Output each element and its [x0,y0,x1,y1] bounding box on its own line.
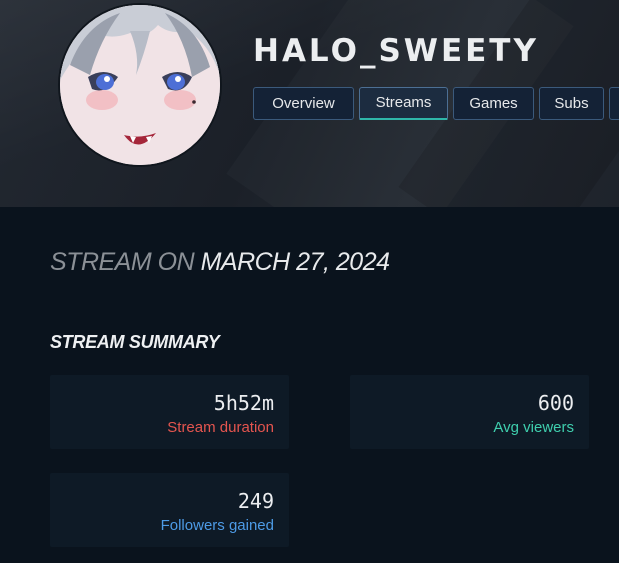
stat-card-followers: 249 Followers gained [50,473,289,547]
stat-label: Stream duration [167,419,274,436]
tab-streams[interactable]: Streams [359,87,448,120]
channel-username: HALO_SWEETY [253,33,539,69]
tab-subs[interactable]: Subs [539,87,604,120]
stream-title: STREAM ON MARCH 27, 2024 [50,248,390,277]
stream-title-prefix: STREAM ON [50,248,195,276]
channel-tabs: Overview Streams Games Subs [253,87,619,120]
stat-label: Avg viewers [493,419,574,436]
stream-date: MARCH 27, 2024 [200,248,390,276]
stat-value: 5h52m [213,391,274,415]
avatar-illustration [60,5,220,165]
tab-overview[interactable]: Overview [253,87,354,120]
stat-label: Followers gained [160,517,274,534]
stat-card-duration: 5h52m Stream duration [50,375,289,449]
tab-overflow[interactable] [609,87,619,120]
stream-summary-heading: STREAM SUMMARY [50,332,220,352]
stat-card-avg-viewers: 600 Avg viewers [350,375,589,449]
stat-value: 600 [537,391,574,415]
stat-value: 249 [237,489,274,513]
tab-games[interactable]: Games [453,87,534,120]
avatar[interactable] [58,3,222,167]
